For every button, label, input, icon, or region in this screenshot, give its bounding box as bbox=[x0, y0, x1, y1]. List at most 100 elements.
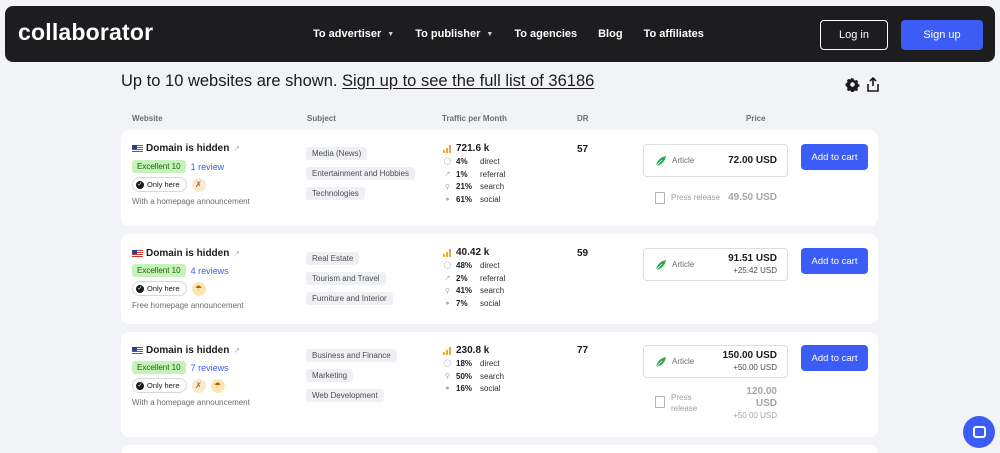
check-icon: ✓ bbox=[136, 180, 144, 189]
traffic-row: ● 7% social bbox=[443, 297, 505, 310]
traffic-bars-icon bbox=[443, 144, 452, 153]
rating-line: Excellent 10 1 review bbox=[132, 160, 224, 173]
traffic-total-value: 40.42 k bbox=[456, 247, 490, 258]
social-icon: ● bbox=[445, 299, 450, 307]
only-here-label: Only here bbox=[147, 284, 180, 293]
external-link-icon[interactable]: ↗ bbox=[233, 144, 240, 153]
domain-line: Domain is hidden ↗ bbox=[132, 143, 240, 154]
menu-item-label: To publisher bbox=[415, 28, 481, 40]
subject-tag: Real Estate bbox=[306, 252, 360, 265]
export-icon[interactable] bbox=[866, 77, 880, 92]
add-to-cart-button[interactable]: Add to cart bbox=[801, 248, 868, 274]
traffic-pct: 7% bbox=[456, 298, 468, 308]
leaf-icon bbox=[655, 156, 666, 167]
traffic-pct: 4% bbox=[456, 156, 468, 166]
leaf-icon bbox=[655, 260, 666, 271]
add-to-cart-button[interactable]: Add to cart bbox=[801, 144, 868, 170]
menu-item-to-advertiser[interactable]: To advertiser ▼ bbox=[313, 28, 394, 40]
traffic-total-value: 721.6 k bbox=[456, 143, 490, 154]
traffic-pct: 16% bbox=[456, 384, 473, 394]
traffic-label: direct bbox=[480, 260, 500, 270]
dr-value: 59 bbox=[577, 248, 589, 259]
domain-name: Domain is hidden bbox=[146, 248, 230, 259]
us-flag-icon bbox=[132, 347, 143, 354]
website-row-card: Domain is hidden ↗ Excellent 10 4 review… bbox=[121, 234, 878, 324]
leaf-icon bbox=[655, 357, 666, 368]
traffic-block: 230.8 k ◯ 18% direct ⚲ 50% search ● 16% social bbox=[443, 344, 504, 395]
press-release-icon bbox=[655, 396, 665, 408]
subject-tag: Entertainment and Hobbies bbox=[306, 167, 415, 180]
menu-item-blog[interactable]: Blog bbox=[598, 28, 622, 40]
column-header-traffic: Traffic per Month bbox=[442, 114, 507, 123]
dr-value: 77 bbox=[577, 345, 589, 356]
signup-full-list-link[interactable]: Sign up to see the full list of 36186 bbox=[342, 72, 594, 90]
rating-badge: Excellent 10 bbox=[132, 361, 186, 374]
domain-line: Domain is hidden ↗ bbox=[132, 248, 240, 259]
external-link-icon[interactable]: ↗ bbox=[233, 249, 240, 258]
traffic-row: ↗ 1% referral bbox=[443, 168, 506, 181]
press-release-label-line1: Press bbox=[671, 393, 692, 402]
article-price-box[interactable]: Article 150.00 USD +50.00 USD bbox=[643, 345, 788, 378]
umbrella-icon: ☂ bbox=[191, 281, 206, 296]
traffic-total: 230.8 k bbox=[443, 344, 504, 357]
traffic-label: search bbox=[480, 182, 505, 192]
page-headline: Up to 10 websites are shown. Sign up to … bbox=[121, 72, 594, 91]
external-link-icon[interactable]: ↗ bbox=[233, 346, 240, 355]
main-menu: To advertiser ▼ To publisher ▼ To agenci… bbox=[313, 6, 725, 62]
reviews-link[interactable]: 7 reviews bbox=[191, 363, 229, 373]
social-icon: ● bbox=[445, 385, 450, 393]
chat-support-button[interactable] bbox=[963, 416, 995, 448]
press-release-price-line1: 120.00 bbox=[746, 386, 777, 397]
traffic-label: social bbox=[480, 298, 501, 308]
press-release-icon bbox=[655, 192, 665, 204]
traffic-row: ⚲ 21% search bbox=[443, 180, 505, 193]
dr-value: 57 bbox=[577, 144, 589, 155]
traffic-total-value: 230.8 k bbox=[456, 345, 490, 356]
reviews-link[interactable]: 4 reviews bbox=[191, 266, 229, 276]
reviews-link[interactable]: 1 review bbox=[191, 162, 225, 172]
rating-line: Excellent 10 7 reviews bbox=[132, 361, 229, 374]
only-here-label: Only here bbox=[147, 381, 180, 390]
article-price: 91.51 USD bbox=[728, 253, 777, 264]
article-label: Article bbox=[672, 260, 695, 269]
article-price-box[interactable]: Article 72.00 USD bbox=[643, 144, 788, 177]
us-flag-icon bbox=[132, 250, 143, 257]
search-icon: ⚲ bbox=[444, 287, 451, 295]
subject-tags: Media (News) Entertainment and Hobbies T… bbox=[306, 143, 415, 203]
strategy-icon: ✗ bbox=[191, 177, 206, 192]
subject-tags: Business and Finance Marketing Web Devel… bbox=[306, 345, 397, 405]
only-here-label: Only here bbox=[147, 180, 180, 189]
login-button[interactable]: Log in bbox=[820, 20, 888, 50]
domain-line: Domain is hidden ↗ bbox=[132, 345, 240, 356]
top-navigation-bar: collaborator To advertiser ▼ To publishe… bbox=[5, 6, 995, 62]
subject-tag: Technologies bbox=[306, 187, 365, 200]
rating-line: Excellent 10 4 reviews bbox=[132, 264, 229, 277]
add-to-cart-button[interactable]: Add to cart bbox=[801, 345, 868, 371]
check-icon: ✓ bbox=[136, 381, 144, 390]
only-here-line: ✓ Only here ✗ ☂ bbox=[132, 378, 225, 393]
strategy-icon: ✗ bbox=[191, 378, 206, 393]
traffic-row: ◯ 4% direct bbox=[443, 155, 505, 168]
only-here-badge: ✓ Only here bbox=[132, 177, 187, 192]
headline-text: Up to 10 websites are shown. bbox=[121, 72, 338, 90]
search-icon: ⚲ bbox=[444, 183, 451, 191]
menu-item-to-affiliates[interactable]: To affiliates bbox=[644, 28, 704, 40]
signup-button[interactable]: Sign up bbox=[901, 20, 983, 50]
column-header-subject: Subject bbox=[307, 114, 336, 123]
subject-tag: Media (News) bbox=[306, 147, 368, 160]
traffic-row: ⚲ 50% search bbox=[443, 370, 504, 383]
referral-icon: ↗ bbox=[444, 171, 451, 179]
article-price-box[interactable]: Article 91.51 USD +25.42 USD bbox=[643, 248, 788, 281]
traffic-pct: 50% bbox=[456, 371, 473, 381]
chevron-down-icon: ▼ bbox=[387, 30, 395, 38]
settings-gear-icon[interactable] bbox=[845, 77, 860, 92]
traffic-row: ⚲ 41% search bbox=[443, 284, 505, 297]
traffic-bars-icon bbox=[443, 248, 452, 257]
article-price: 72.00 USD bbox=[728, 155, 777, 166]
logo[interactable]: collaborator bbox=[18, 19, 153, 46]
menu-item-label: To advertiser bbox=[313, 28, 382, 40]
traffic-row: ◯ 18% direct bbox=[443, 357, 504, 370]
menu-item-to-publisher[interactable]: To publisher ▼ bbox=[415, 28, 493, 40]
announcement-text: Free homepage announcement bbox=[132, 301, 244, 310]
menu-item-to-agencies[interactable]: To agencies bbox=[514, 28, 577, 40]
